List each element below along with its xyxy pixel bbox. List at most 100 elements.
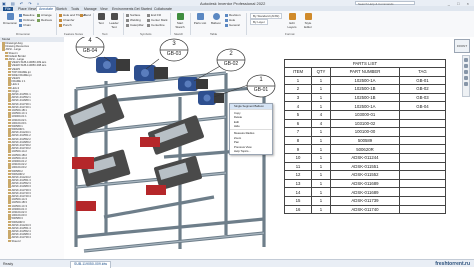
help-search-input[interactable]: Search Help & Commands bbox=[355, 1, 415, 6]
context-menu-item[interactable]: Help Topics... bbox=[230, 149, 272, 154]
parts-list-row[interactable]: 10 1 ADSK-011244 bbox=[284, 152, 446, 163]
chain-label: Chain bbox=[23, 23, 31, 27]
context-menu-item[interactable]: Single Segment Balloon bbox=[230, 104, 272, 109]
parts-list-qty-cell: 1 bbox=[311, 101, 331, 111]
tab-get-started[interactable]: Get Started bbox=[134, 7, 152, 11]
revision-icon bbox=[225, 13, 228, 17]
ribbon-separator bbox=[56, 13, 57, 35]
surface-button[interactable]: Surface bbox=[126, 13, 140, 17]
general-table-button[interactable]: General bbox=[225, 23, 240, 27]
arrange-button[interactable]: Arrange bbox=[37, 13, 52, 17]
leader-text-icon bbox=[110, 13, 118, 20]
tab-manage[interactable]: Manage bbox=[84, 7, 97, 11]
end-fill-button[interactable]: End Fill bbox=[147, 13, 161, 17]
parts-list-row[interactable]: 6 4 103100-02 bbox=[284, 118, 446, 129]
style-dropdown[interactable]: By Layer bbox=[250, 19, 268, 25]
ribbon-separator bbox=[190, 13, 191, 35]
window-controls[interactable]: _ □ × bbox=[448, 1, 472, 6]
tab-sketch[interactable]: Sketch bbox=[56, 7, 67, 11]
parts-list-row[interactable]: 15 1 ADSK-011739 bbox=[284, 195, 446, 206]
orbit-icon[interactable] bbox=[464, 70, 468, 74]
look-at-icon[interactable] bbox=[464, 76, 468, 80]
parts-list-table[interactable]: PARTS LIST ITEM QTY PART NUMBER TAG 1 1 10… bbox=[284, 59, 446, 215]
parts-list-qty-cell: 1 bbox=[311, 84, 331, 94]
general-table-icon bbox=[225, 23, 228, 27]
component-icon bbox=[8, 96, 11, 99]
tab-file[interactable]: File bbox=[3, 6, 13, 11]
parts-list-row[interactable]: 8 1 500589 bbox=[284, 135, 446, 146]
tab-collaborate[interactable]: Collaborate bbox=[154, 7, 172, 11]
parts-list-button[interactable]: Parts List bbox=[193, 13, 207, 25]
component-icon bbox=[2, 45, 5, 48]
parts-list-item-cell: 2 bbox=[284, 84, 312, 94]
caterpillar-icon bbox=[126, 23, 129, 27]
start-sketch-button[interactable]: Start Sketch bbox=[172, 13, 188, 29]
parts-list-item-cell: 4 bbox=[284, 101, 312, 111]
centerline-button[interactable]: Centerline bbox=[147, 23, 165, 27]
punch-button[interactable]: Punch bbox=[59, 23, 72, 27]
parts-list-item-cell: 15 bbox=[284, 195, 312, 206]
retrieve-label: Retrieve bbox=[41, 18, 53, 22]
parts-list-row[interactable]: 16 1 ADSK-011740 bbox=[284, 204, 446, 215]
balloon-2-tag: GB-02 bbox=[223, 60, 239, 67]
parts-list-qty-cell: 1 bbox=[311, 75, 331, 86]
component-icon bbox=[8, 223, 11, 227]
end-fill-label: End Fill bbox=[151, 13, 162, 17]
tab-place-views[interactable]: Place Views bbox=[18, 7, 37, 11]
component-icon bbox=[8, 73, 11, 77]
pan-icon[interactable] bbox=[464, 58, 468, 62]
browser-node[interactable]: Sheet:2 bbox=[0, 240, 64, 243]
context-menu-item[interactable]: Hide bbox=[230, 124, 272, 129]
text-button[interactable]: Text bbox=[96, 13, 106, 25]
full-navigation-wheel-icon[interactable] bbox=[464, 82, 468, 86]
parts-list-tag-cell bbox=[399, 204, 446, 215]
parts-list-row[interactable]: 12 1 ADSK-011552 bbox=[284, 170, 446, 180]
edit-layers-button[interactable]: Edit Layers bbox=[285, 13, 299, 29]
chain-button[interactable]: Chain bbox=[19, 23, 31, 27]
hole-table-label: Hole bbox=[229, 18, 236, 22]
center-mark-icon bbox=[147, 18, 150, 22]
parts-list-row[interactable]: 11 1 ADSK-011551 bbox=[284, 161, 446, 172]
revision-button[interactable]: Revision bbox=[225, 13, 241, 17]
viewcube[interactable]: FRONT bbox=[454, 39, 470, 53]
component-icon bbox=[8, 93, 11, 96]
balloon-1-number: 1 bbox=[259, 77, 263, 83]
zoom-icon[interactable] bbox=[464, 64, 468, 68]
bend-button[interactable]: Bend bbox=[80, 13, 91, 17]
retrieve-button[interactable]: Retrieve bbox=[37, 18, 52, 22]
parts-list-row[interactable]: 2 1 102500-1B GB-02 bbox=[284, 84, 446, 94]
parts-list-row[interactable]: 7 1 100100-00 bbox=[284, 127, 446, 137]
tab-environments[interactable]: Environments bbox=[112, 7, 133, 11]
leader-text-button[interactable]: Leader Text bbox=[107, 13, 121, 29]
bend-label: Bend bbox=[84, 13, 92, 17]
document-tab[interactable]: SUB-119050-009.idw bbox=[70, 260, 112, 268]
parts-list-row[interactable]: 5 4 103000-01 bbox=[284, 109, 446, 120]
balloon-button[interactable]: Balloon bbox=[209, 13, 223, 25]
component-icon bbox=[8, 220, 11, 224]
parts-list-row[interactable]: 1 1 102500-1A GB-01 bbox=[284, 75, 446, 86]
dimension-button[interactable]: Dimension bbox=[3, 13, 17, 25]
retrieve-icon bbox=[37, 18, 40, 22]
baseline-button[interactable]: Baseline bbox=[19, 13, 35, 17]
style-editor-button[interactable]: Style Editor bbox=[301, 13, 315, 29]
caterpillar-button[interactable]: Caterpillar bbox=[126, 23, 144, 27]
parts-list-row[interactable]: 9 1 500620R bbox=[284, 144, 446, 154]
ordinate-button[interactable]: Ordinate bbox=[19, 18, 35, 22]
center-mark-button[interactable]: Center Mark bbox=[147, 18, 168, 22]
baseline-label: Baseline bbox=[23, 13, 35, 17]
welding-button[interactable]: Welding bbox=[126, 18, 141, 22]
parts-list-row[interactable]: 14 1 ADSK-011689 bbox=[284, 187, 446, 197]
start-sketch-label: Start Sketch bbox=[175, 21, 185, 29]
parts-list-row[interactable]: 13 1 ADSK-011689 bbox=[284, 178, 446, 189]
hole-table-button[interactable]: Hole bbox=[225, 18, 235, 22]
balloon-1-tag: GB-01 bbox=[253, 86, 269, 93]
gearbox-gb-02 bbox=[178, 77, 208, 91]
parts-list-row[interactable]: 4 1 102500-1A GB-04 bbox=[284, 101, 446, 111]
component-icon bbox=[8, 156, 11, 160]
parts-list-row[interactable]: 3 1 102500-1B GB-03 bbox=[284, 92, 446, 103]
tab-view[interactable]: View bbox=[100, 7, 108, 11]
tab-tools[interactable]: Tools bbox=[71, 7, 79, 11]
parts-list-part-number-cell: 500589 bbox=[330, 135, 400, 146]
arrange-label: Arrange bbox=[41, 13, 52, 17]
chamfer-button[interactable]: Chamfer bbox=[59, 18, 75, 22]
